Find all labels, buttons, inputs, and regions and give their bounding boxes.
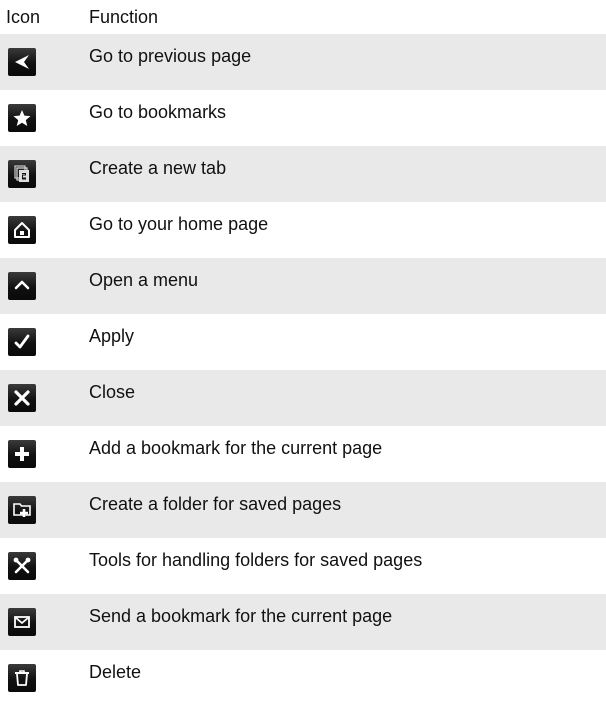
function-label: Apply [89,326,135,346]
plus-icon [8,440,36,468]
table-row: Go to previous page [0,34,606,90]
envelope-icon [8,608,36,636]
table-row: Add a bookmark for the current page [0,426,606,482]
tools-icon [8,552,36,580]
home-icon [8,216,36,244]
table-header: Icon Function [0,0,606,34]
function-label: Create a folder for saved pages [89,494,342,514]
icon-function-table: Icon Function Go to previous page Go to … [0,0,606,706]
function-label: Add a bookmark for the current page [89,438,383,458]
table-row: Create a folder for saved pages [0,482,606,538]
table-row: Tools for handling folders for saved pag… [0,538,606,594]
table-row: Apply [0,314,606,370]
table-row: Delete [0,650,606,706]
table-row: Go to bookmarks [0,90,606,146]
table-row: Go to your home page [0,202,606,258]
close-icon [8,384,36,412]
back-arrow-icon [8,48,36,76]
chevron-up-icon [8,272,36,300]
function-label: Open a menu [89,270,199,290]
function-label: Create a new tab [89,158,227,178]
function-label: Close [89,382,136,402]
function-label: Go to your home page [89,214,269,234]
table-row: Close [0,370,606,426]
checkmark-icon [8,328,36,356]
function-label: Tools for handling folders for saved pag… [89,550,423,570]
star-icon [8,104,36,132]
table-row: Send a bookmark for the current page [0,594,606,650]
header-function-column: Function [89,6,159,27]
trash-icon [8,664,36,692]
function-label: Send a bookmark for the current page [89,606,393,626]
new-tab-icon [8,160,36,188]
table-row: Create a new tab [0,146,606,202]
header-icon-column: Icon [6,6,41,27]
function-label: Delete [89,662,142,682]
function-label: Go to bookmarks [89,102,227,122]
function-label: Go to previous page [89,46,252,66]
add-folder-icon [8,496,36,524]
table-row: Open a menu [0,258,606,314]
